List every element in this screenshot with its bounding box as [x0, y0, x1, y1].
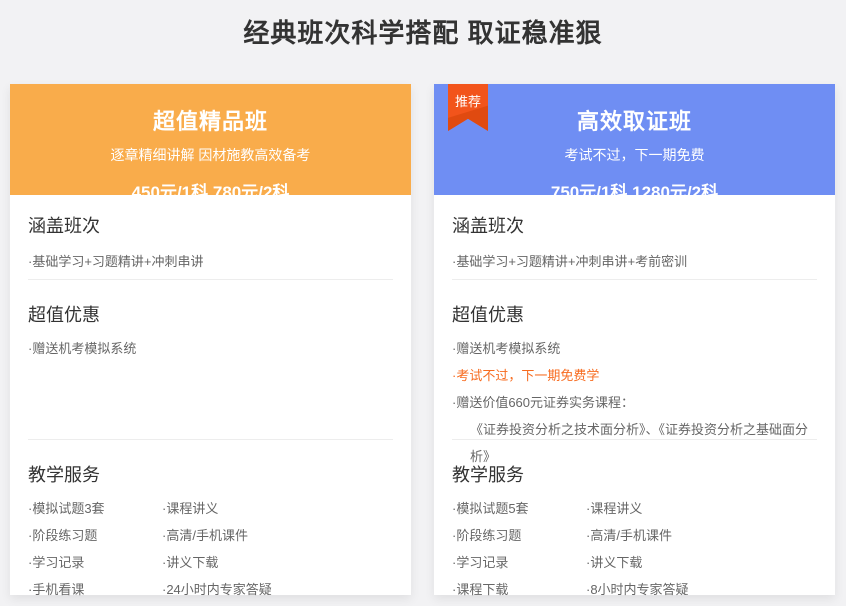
service-item: ·手机看课: [28, 576, 162, 603]
section-offers: 超值优惠 ·赠送机考模拟系统 ·考试不过，下一期免费学 ·赠送价值660元证券实…: [434, 280, 835, 439]
service-item: ·学习记录: [452, 549, 586, 576]
offer-item-highlight: ·考试不过，下一期免费学: [452, 362, 817, 389]
service-item: ·高清/手机课件: [162, 522, 393, 549]
section-heading: 教学服务: [452, 463, 817, 487]
service-item: ·课程下载: [452, 576, 586, 603]
service-item: ·高清/手机课件: [586, 522, 817, 549]
section-heading: 超值优惠: [452, 303, 817, 327]
section-covered-classes: 涵盖班次 ·基础学习+习题精讲+冲刺串讲+考前密训: [434, 195, 835, 279]
card-certificate[interactable]: 推荐 高效取证班 考试不过，下一期免费 750元/1科 1280元/2科 涵盖班…: [434, 84, 835, 595]
section-heading: 涵盖班次: [452, 214, 817, 238]
card-subtitle: 考试不过，下一期免费: [434, 145, 835, 165]
service-item: ·讲义下载: [162, 549, 393, 576]
class-item: ·基础学习+习题精讲+冲刺串讲+考前密训: [452, 248, 817, 275]
service-item: ·模拟试题3套: [28, 495, 162, 522]
section-covered-classes: 涵盖班次 ·基础学习+习题精讲+冲刺串讲: [10, 195, 411, 279]
card-title: 超值精品班: [10, 104, 411, 136]
service-item: ·24小时内专家答疑: [162, 576, 393, 603]
service-item: ·8小时内专家答疑: [586, 576, 817, 603]
offer-item: ·赠送价值660元证券实务课程：: [452, 389, 817, 416]
card-premium[interactable]: 超值精品班 逐章精细讲解 因材施教高效备考 450元/1科 780元/2科 涵盖…: [10, 84, 411, 595]
card-premium-body: 涵盖班次 ·基础学习+习题精讲+冲刺串讲 超值优惠 ·赠送机考模拟系统 教学服务…: [10, 195, 411, 595]
service-item: ·讲义下载: [586, 549, 817, 576]
service-item: ·课程讲义: [586, 495, 817, 522]
card-certificate-header[interactable]: 推荐 高效取证班 考试不过，下一期免费 750元/1科 1280元/2科: [434, 84, 835, 195]
card-price: 450元/1科 780元/2科: [10, 178, 411, 203]
service-item: ·模拟试题5套: [452, 495, 586, 522]
page-title: 经典班次科学搭配 取证稳准狠: [0, 0, 846, 50]
card-price: 750元/1科 1280元/2科: [434, 178, 835, 203]
class-item: ·基础学习+习题精讲+冲刺串讲: [28, 248, 393, 275]
section-services: 教学服务 ·模拟试题5套 ·阶段练习题 ·学习记录 ·课程下载 ·课程讲义 ·高…: [434, 440, 835, 595]
offer-item: ·赠送机考模拟系统: [452, 335, 817, 362]
section-heading: 超值优惠: [28, 303, 393, 327]
section-services: 教学服务 ·模拟试题3套 ·阶段练习题 ·学习记录 ·手机看课 ·课程讲义 ·高…: [10, 440, 411, 595]
card-certificate-body: 涵盖班次 ·基础学习+习题精讲+冲刺串讲+考前密训 超值优惠 ·赠送机考模拟系统…: [434, 195, 835, 595]
service-item: ·阶段练习题: [452, 522, 586, 549]
course-comparison-page: 经典班次科学搭配 取证稳准狠 超值精品班 逐章精细讲解 因材施教高效备考 450…: [0, 0, 846, 606]
card-subtitle: 逐章精细讲解 因材施教高效备考: [10, 145, 411, 165]
section-offers: 超值优惠 ·赠送机考模拟系统: [10, 280, 411, 439]
service-item: ·课程讲义: [162, 495, 393, 522]
card-premium-header[interactable]: 超值精品班 逐章精细讲解 因材施教高效备考 450元/1科 780元/2科: [10, 84, 411, 195]
offer-item: ·赠送机考模拟系统: [28, 335, 393, 362]
section-heading: 涵盖班次: [28, 214, 393, 238]
recommend-badge: 推荐: [448, 84, 488, 110]
service-item: ·阶段练习题: [28, 522, 162, 549]
service-item: ·学习记录: [28, 549, 162, 576]
card-title: 高效取证班: [434, 104, 835, 136]
section-heading: 教学服务: [28, 463, 393, 487]
course-cards: 超值精品班 逐章精细讲解 因材施教高效备考 450元/1科 780元/2科 涵盖…: [0, 84, 846, 595]
